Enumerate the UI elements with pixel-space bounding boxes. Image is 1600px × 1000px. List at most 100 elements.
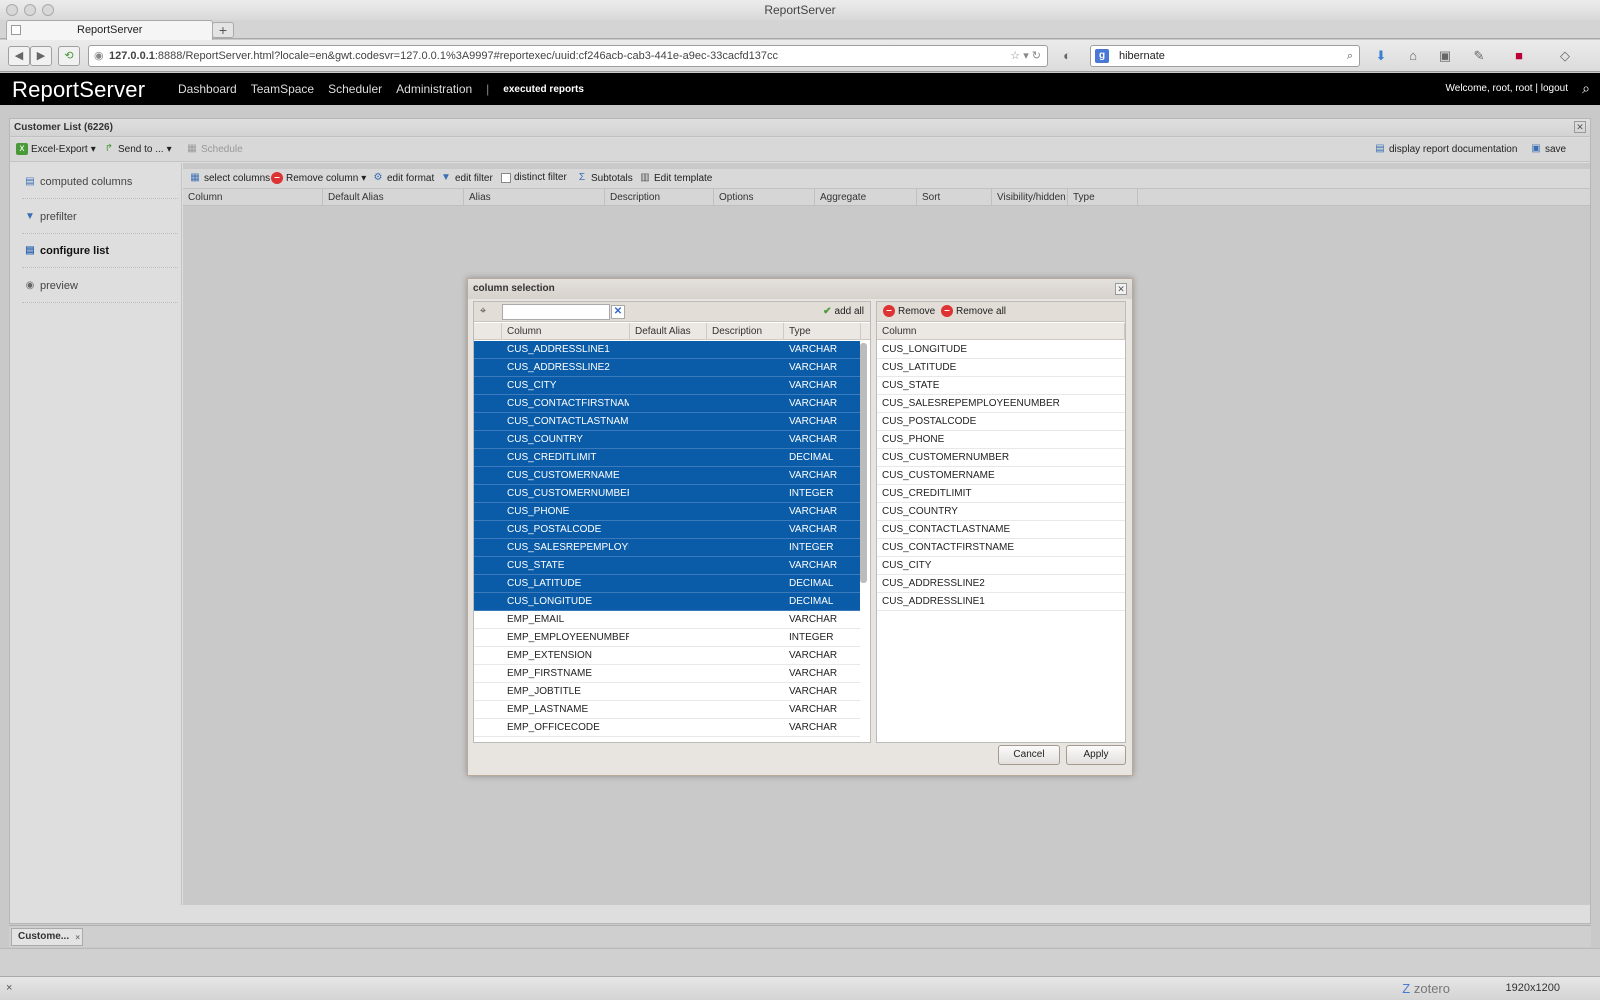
apply-button[interactable]: Apply (1066, 745, 1126, 765)
remove-column-button[interactable]: – Remove column ▾ (271, 172, 366, 184)
close-window-button[interactable] (6, 4, 18, 16)
download-icon[interactable]: ⬇ (1372, 48, 1390, 64)
bookmark-star-icon[interactable]: ☆ ▾ ↻ (1010, 46, 1041, 66)
available-column-row[interactable]: CUS_CONTACTFIRSTNAME VARCHAR (474, 395, 860, 413)
zotero-icon[interactable]: Z zotero (1402, 981, 1450, 996)
add-all-button[interactable]: ✔ add all (823, 306, 864, 317)
nav-executed-reports[interactable]: executed reports (503, 84, 584, 96)
available-column-row[interactable]: CUS_ADDRESSLINE2 VARCHAR (474, 359, 860, 377)
close-statusbar-icon[interactable]: × (6, 982, 12, 994)
subtotals-button[interactable]: Σ Subtotals (576, 172, 633, 184)
nav-administration[interactable]: Administration (396, 82, 472, 96)
available-column-row[interactable]: CUS_POSTALCODE VARCHAR (474, 521, 860, 539)
close-dialog-icon[interactable]: ✕ (1115, 283, 1127, 295)
selected-column-row[interactable]: CUS_CUSTOMERNAME (877, 467, 1125, 485)
header-alias[interactable]: Alias (464, 189, 605, 206)
forward-button[interactable]: ▶ (30, 46, 52, 66)
header-options[interactable]: Options (714, 189, 815, 206)
available-column-row[interactable]: CUS_CONTACTLASTNAME VARCHAR (474, 413, 860, 431)
header-search-icon[interactable]: ⌕ (1582, 80, 1590, 97)
available-columns-scrollbar[interactable] (860, 343, 867, 583)
available-column-row[interactable]: CUS_CUSTOMERNUMBER INTEGER (474, 485, 860, 503)
available-column-row[interactable]: CUS_LATITUDE DECIMAL (474, 575, 860, 593)
available-column-row[interactable]: CUS_SALESREPEMPLOYEEN... INTEGER (474, 539, 860, 557)
selected-column-row[interactable]: CUS_ADDRESSLINE2 (877, 575, 1125, 593)
available-column-row[interactable]: CUS_CITY VARCHAR (474, 377, 860, 395)
browser-tab[interactable]: ReportServer (6, 20, 213, 40)
available-column-row[interactable]: EMP_LASTNAME VARCHAR (474, 701, 860, 719)
nav-dashboard[interactable]: Dashboard (178, 82, 237, 96)
tools-icon[interactable]: ✎ (1470, 48, 1488, 64)
edit-template-button[interactable]: ▥ Edit template (639, 172, 712, 184)
pocket-icon[interactable]: ◇ (1556, 48, 1574, 64)
home-page-icon[interactable]: ⌂ (1404, 48, 1422, 64)
nav-teamspace[interactable]: TeamSpace (251, 82, 314, 96)
available-column-row[interactable]: CUS_PHONE VARCHAR (474, 503, 860, 521)
selected-column-row[interactable]: CUS_CONTACTLASTNAME (877, 521, 1125, 539)
clear-search-icon[interactable]: ✕ (611, 305, 625, 319)
panel-icon[interactable]: ▣ (1436, 48, 1454, 64)
available-column-row[interactable]: CUS_STATE VARCHAR (474, 557, 860, 575)
addon-icon[interactable]: ◐ (1058, 48, 1076, 64)
available-column-row[interactable]: CUS_CUSTOMERNAME VARCHAR (474, 467, 860, 485)
close-report-icon[interactable]: ✕ (1574, 121, 1586, 133)
minimize-window-button[interactable] (24, 4, 36, 16)
selected-column-row[interactable]: CUS_PHONE (877, 431, 1125, 449)
nav-scheduler[interactable]: Scheduler (328, 82, 382, 96)
zoom-window-button[interactable] (42, 4, 54, 16)
brand-logo[interactable]: ReportServer (12, 77, 145, 103)
magnifier-icon[interactable]: ⌕ (1347, 46, 1353, 66)
remove-button[interactable]: – Remove (883, 305, 935, 317)
selected-column-row[interactable]: CUS_SALESREPEMPLOYEENUMBER (877, 395, 1125, 413)
header-description[interactable]: Description (707, 323, 784, 340)
home-icon[interactable]: ⟲ (58, 46, 80, 66)
header-visibility[interactable]: Visibility/hidden (992, 189, 1068, 206)
cancel-button[interactable]: Cancel (998, 745, 1060, 765)
remove-all-button[interactable]: – Remove all (941, 305, 1006, 317)
selected-column-row[interactable]: CUS_CITY (877, 557, 1125, 575)
header-column[interactable]: Column (183, 189, 323, 206)
header-default-alias[interactable]: Default Alias (630, 323, 707, 340)
selected-column-row[interactable]: CUS_CUSTOMERNUMBER (877, 449, 1125, 467)
schedule-button[interactable]: ▦ Schedule (186, 143, 242, 155)
select-columns-button[interactable]: ▦ select columns (189, 172, 270, 184)
left-nav-configure-list[interactable]: ▤ configure list (22, 234, 178, 268)
available-column-row[interactable]: EMP_EMPLOYEENUMBER INTEGER (474, 629, 860, 647)
available-column-row[interactable]: CUS_LONGITUDE DECIMAL (474, 593, 860, 611)
selected-column-row[interactable]: CUS_CONTACTFIRSTNAME (877, 539, 1125, 557)
header-type[interactable]: Type (1068, 189, 1138, 206)
left-nav-prefilter[interactable]: ▼ prefilter (22, 200, 178, 234)
header-sort[interactable]: Sort (917, 189, 992, 206)
edit-format-button[interactable]: ⚙ edit format (372, 172, 435, 184)
selected-column-row[interactable]: CUS_POSTALCODE (877, 413, 1125, 431)
selected-column-row[interactable]: CUS_LATITUDE (877, 359, 1125, 377)
edit-filter-button[interactable]: ▼ edit filter (440, 172, 493, 184)
url-bar[interactable]: ◉ 127.0.0.1:8888/ReportServer.html?local… (88, 45, 1048, 67)
column-search-input[interactable] (502, 304, 610, 320)
left-nav-computed-columns[interactable]: ▤ computed columns (22, 165, 178, 199)
header-column[interactable]: Column (502, 323, 630, 340)
search-bar[interactable]: g hibernate ⌕ (1090, 45, 1360, 67)
distinct-filter-toggle[interactable]: distinct filter (501, 172, 567, 183)
new-tab-button[interactable]: + (212, 22, 234, 38)
g-icon[interactable]: g (1095, 49, 1109, 63)
available-column-row[interactable]: CUS_COUNTRY VARCHAR (474, 431, 860, 449)
logout-link[interactable]: logout (1541, 83, 1568, 94)
available-column-row[interactable]: EMP_EMAIL VARCHAR (474, 611, 860, 629)
selected-column-row[interactable]: CUS_LONGITUDE (877, 341, 1125, 359)
available-column-row[interactable]: CUS_ADDRESSLINE1 VARCHAR (474, 341, 860, 359)
selected-column-row[interactable]: CUS_COUNTRY (877, 503, 1125, 521)
header-type[interactable]: Type (784, 323, 861, 340)
distinct-filter-checkbox[interactable] (501, 172, 511, 183)
available-column-row[interactable]: EMP_EXTENSION VARCHAR (474, 647, 860, 665)
available-column-row[interactable]: EMP_OFFICECODE VARCHAR (474, 719, 860, 737)
extension-icon[interactable]: ■ (1510, 48, 1528, 64)
available-column-row[interactable]: EMP_JOBTITLE VARCHAR (474, 683, 860, 701)
send-to-button[interactable]: ↱ Send to ... ▾ (103, 143, 172, 155)
header-default-alias[interactable]: Default Alias (323, 189, 464, 206)
save-button[interactable]: ▣ save (1530, 143, 1566, 155)
report-tab[interactable]: Custome... × (11, 928, 83, 946)
left-nav-preview[interactable]: ◉ preview (22, 269, 178, 303)
available-column-row[interactable]: CUS_CREDITLIMIT DECIMAL (474, 449, 860, 467)
display-documentation-button[interactable]: ▤ display report documentation (1374, 143, 1517, 155)
